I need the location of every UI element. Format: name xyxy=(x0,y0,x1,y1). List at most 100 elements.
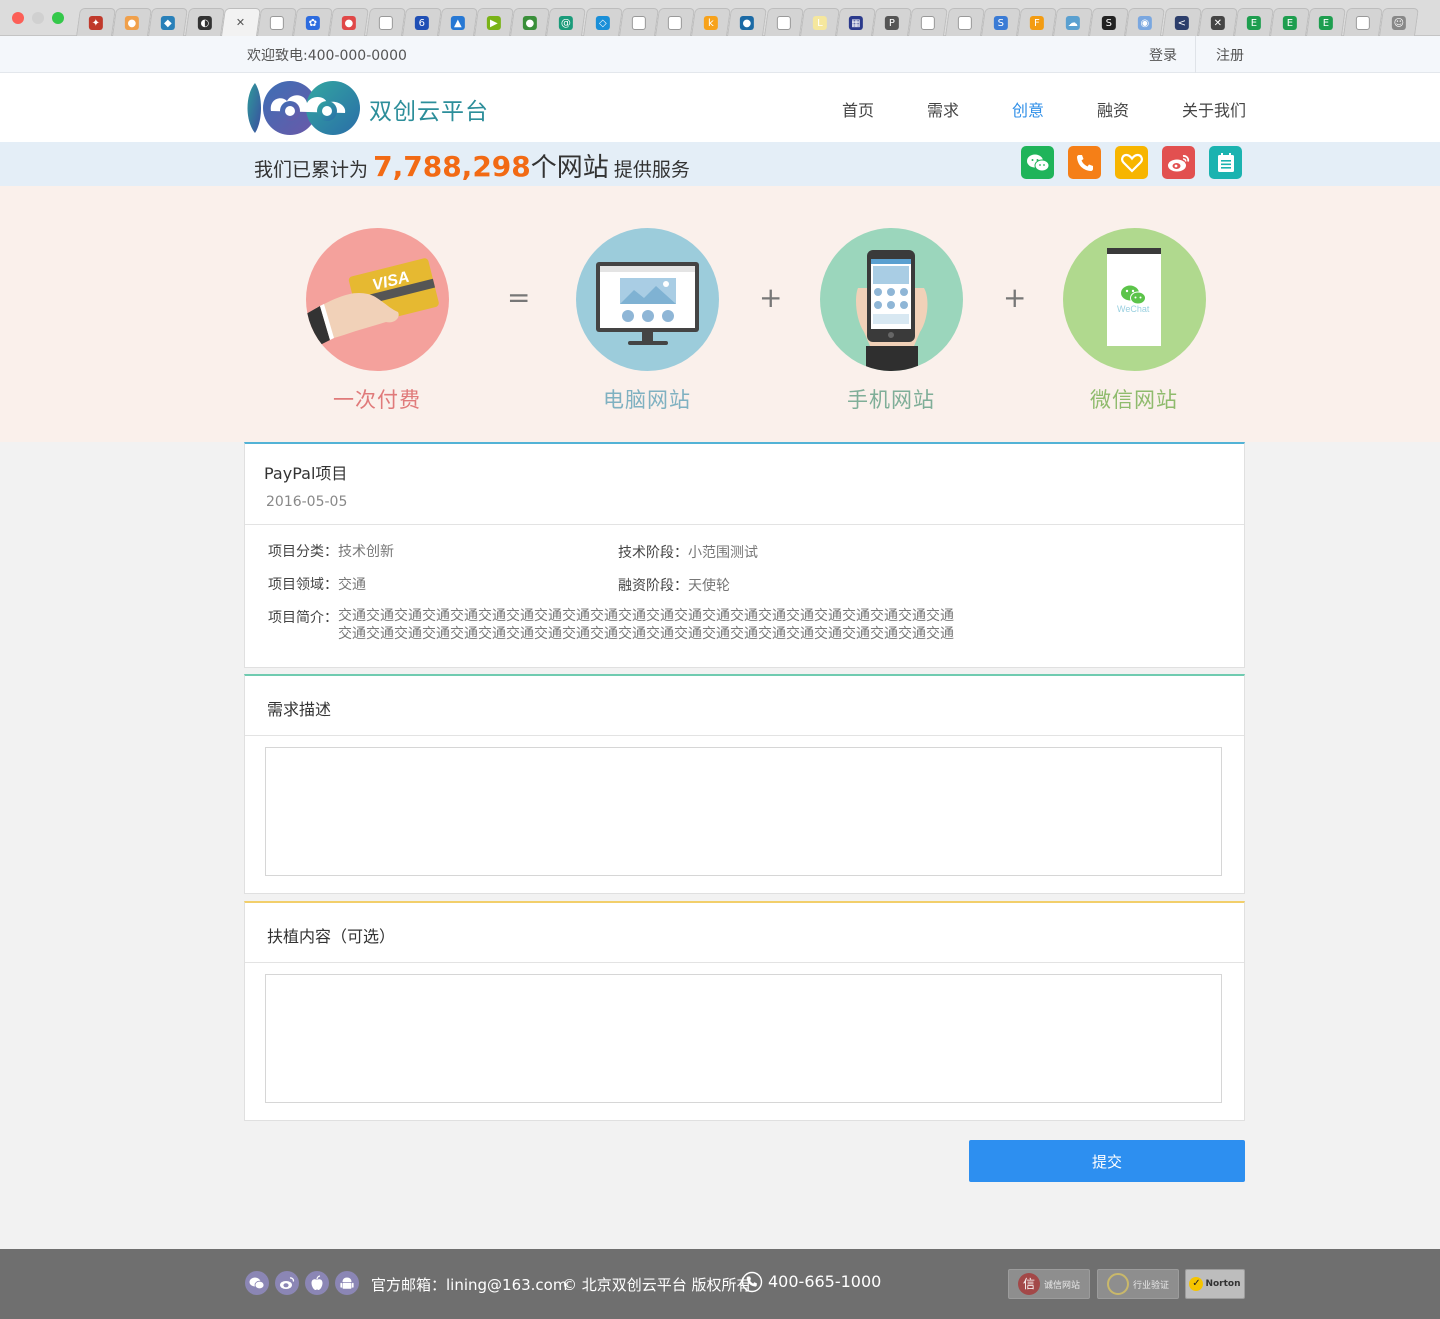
tab-favicon-icon xyxy=(378,15,393,30)
browser-tab[interactable]: ▦ xyxy=(835,8,876,36)
browser-tab[interactable]: k xyxy=(691,8,732,36)
project-field: 项目领域：交通 xyxy=(268,574,366,594)
footer-email[interactable]: 官方邮箱：lining@163.com xyxy=(371,1274,567,1295)
browser-tab[interactable]: ☺ xyxy=(1378,8,1419,36)
nav-idea[interactable]: 创意 xyxy=(1012,97,1044,121)
browser-tab[interactable]: ☁ xyxy=(1053,8,1094,36)
tab-favicon-icon xyxy=(1355,15,1370,30)
tech-stage-value: 小范围测试 xyxy=(688,545,758,561)
support-title: 扶植内容（可选） xyxy=(267,927,396,946)
stats-prefix: 我们已累计为 xyxy=(254,159,369,181)
browser-tab[interactable]: F xyxy=(1016,8,1057,36)
browser-tab[interactable]: E xyxy=(1270,8,1311,36)
browser-tab[interactable]: ● xyxy=(510,8,551,36)
tab-favicon-icon xyxy=(921,15,936,30)
support-textarea[interactable] xyxy=(265,974,1222,1103)
nav-funding[interactable]: 融资 xyxy=(1097,97,1129,121)
phone-share-button[interactable] xyxy=(1068,146,1101,179)
footer-android-icon[interactable] xyxy=(335,1271,359,1295)
demand-textarea[interactable] xyxy=(265,747,1222,876)
browser-tab[interactable] xyxy=(365,8,406,36)
browser-tab[interactable]: ✕ xyxy=(1197,8,1238,36)
equals-sign: = xyxy=(507,281,531,314)
nav-home[interactable]: 首页 xyxy=(842,97,874,121)
browser-tab[interactable]: S xyxy=(1089,8,1130,36)
phone-icon xyxy=(1076,154,1093,171)
tab-favicon-icon: ▲ xyxy=(450,15,465,30)
close-window-button[interactable] xyxy=(12,12,24,24)
browser-tab[interactable]: ▶ xyxy=(474,8,515,36)
browser-tab[interactable]: ◐ xyxy=(184,8,225,36)
login-link[interactable]: 登录 xyxy=(1149,45,1177,65)
browser-tab[interactable] xyxy=(763,8,804,36)
project-tech-stage: 技术阶段：小范围测试 xyxy=(618,542,758,562)
browser-tab[interactable]: < xyxy=(1161,8,1202,36)
tab-favicon-icon: S xyxy=(993,15,1008,30)
browser-tab[interactable]: ◉ xyxy=(1125,8,1166,36)
trust-badge-norton[interactable]: ✓ Norton xyxy=(1185,1269,1245,1299)
browser-tab[interactable]: ● xyxy=(329,8,370,36)
site-name[interactable]: 双创云平台 xyxy=(369,92,489,126)
field-label: 项目领域： xyxy=(268,577,338,593)
browser-tab[interactable]: ✦ xyxy=(76,8,116,36)
tab-close-icon[interactable]: ✕ xyxy=(236,16,245,29)
browser-tab[interactable]: S xyxy=(980,8,1021,36)
tab-favicon-icon: ▶ xyxy=(486,15,501,30)
wechat-website-illustration: WeChat xyxy=(1063,228,1206,371)
browser-tab[interactable]: ◇ xyxy=(582,8,623,36)
browser-tab[interactable] xyxy=(1342,8,1383,36)
browser-tab[interactable]: ▲ xyxy=(437,8,478,36)
notes-button[interactable] xyxy=(1209,146,1242,179)
plus-sign-2: + xyxy=(1003,281,1027,314)
browser-tab[interactable]: ✿ xyxy=(293,8,334,36)
browser-tab-active[interactable]: ✕ xyxy=(220,8,261,36)
browser-tab[interactable]: E xyxy=(1306,8,1347,36)
hero-banner: VISA 一次付费 = 电脑网站 + 手机网站 + WeChat 微信网站 xyxy=(0,186,1440,442)
wechat-share-button[interactable] xyxy=(1021,146,1054,179)
tab-favicon-icon: < xyxy=(1174,15,1189,30)
hero-label-desktop: 电脑网站 xyxy=(603,388,691,412)
browser-tab[interactable]: @ xyxy=(546,8,587,36)
favorite-button[interactable] xyxy=(1115,146,1148,179)
footer-wechat-icon[interactable] xyxy=(245,1271,269,1295)
hero-label-wechat: 微信网站 xyxy=(1090,388,1178,412)
nav-about[interactable]: 关于我们 xyxy=(1182,97,1246,121)
maximize-window-button[interactable] xyxy=(52,12,64,24)
site-logo-icon[interactable] xyxy=(245,81,361,135)
browser-tab[interactable] xyxy=(618,8,659,36)
wechat-caption: WeChat xyxy=(1117,304,1150,314)
tab-favicon-icon: 6 xyxy=(414,15,429,30)
tab-favicon-icon: ◆ xyxy=(161,15,176,30)
browser-tab[interactable] xyxy=(944,8,985,36)
trust-badge-credit[interactable]: 信 诚信网站 xyxy=(1008,1269,1090,1299)
hero-label-payment: 一次付费 xyxy=(333,388,421,412)
footer-phone: 400-665-1000 xyxy=(768,1272,882,1291)
tab-favicon-icon: ● xyxy=(740,15,755,30)
browser-tab[interactable]: 6 xyxy=(401,8,442,36)
nav-demand[interactable]: 需求 xyxy=(927,97,959,121)
tab-favicon-icon xyxy=(667,15,682,30)
weibo-icon xyxy=(1167,154,1189,171)
site-footer: 官方邮箱：lining@163.com © 北京双创云平台 版权所有 400-6… xyxy=(0,1249,1440,1319)
browser-tab[interactable]: ● xyxy=(727,8,768,36)
trust-badge-industry[interactable]: 行业验证 xyxy=(1097,1269,1179,1299)
weibo-share-button[interactable] xyxy=(1162,146,1195,179)
tab-favicon-icon: ● xyxy=(523,15,538,30)
register-link[interactable]: 注册 xyxy=(1216,45,1244,65)
panel-divider xyxy=(245,735,1244,736)
minimize-window-button[interactable] xyxy=(32,12,44,24)
footer-apple-icon[interactable] xyxy=(305,1271,329,1295)
browser-tab[interactable] xyxy=(908,8,949,36)
tab-favicon-icon: P xyxy=(885,15,900,30)
service-stats-text: 我们已累计为 7,788,298个网站 提供服务 xyxy=(254,147,690,184)
submit-button[interactable]: 提交 xyxy=(969,1140,1245,1182)
tab-favicon-icon: L xyxy=(812,15,827,30)
browser-tab[interactable]: ◆ xyxy=(148,8,189,36)
browser-tab[interactable]: E xyxy=(1234,8,1274,36)
browser-tab[interactable] xyxy=(655,8,695,36)
browser-tab[interactable]: ● xyxy=(112,8,153,36)
footer-weibo-icon[interactable] xyxy=(275,1271,299,1295)
browser-tab[interactable]: L xyxy=(799,8,840,36)
browser-tab[interactable] xyxy=(256,8,297,36)
browser-tab[interactable]: P xyxy=(872,8,913,36)
